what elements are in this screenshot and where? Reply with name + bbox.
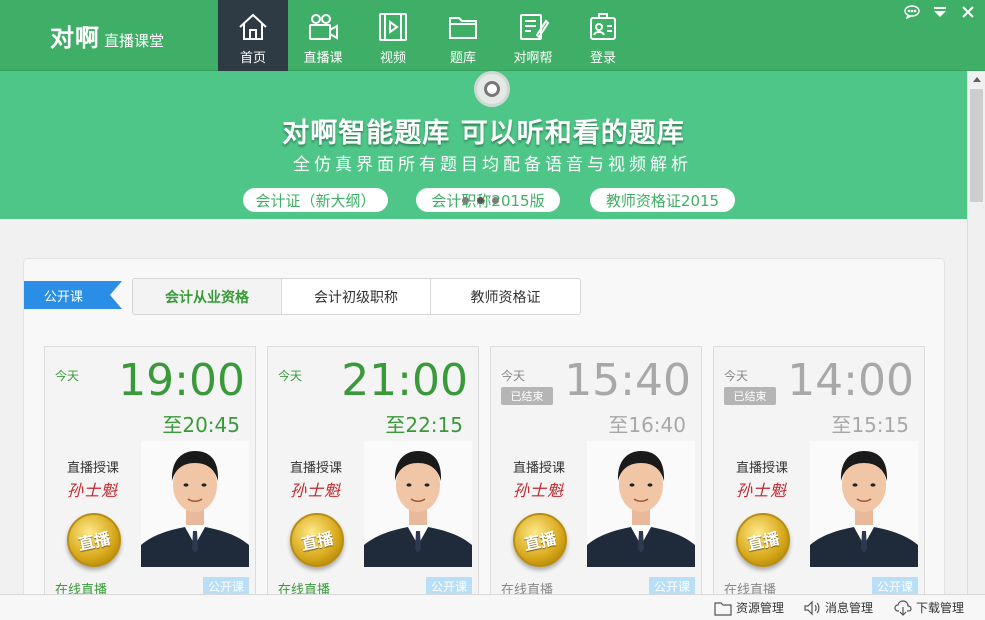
course-start-time: 15:40 [564,355,691,406]
message-manager-label: 消息管理 [825,601,874,615]
carousel-dot[interactable] [492,197,499,204]
teacher-photo [810,441,918,567]
download-manager-button[interactable]: 下载管理 [894,599,964,616]
menu-down-icon[interactable] [931,3,949,21]
course-card[interactable]: 今天 19:00 至20:45 直播授课 孙士魁 直播 在线直播 公开课 [44,346,256,596]
speaker-icon [804,600,820,615]
teacher-name: 孙士魁 [67,481,119,500]
carousel-dots [462,197,499,204]
nav-item-help[interactable]: 对啊帮 [498,0,568,71]
course-type-badge: 公开课 [871,577,918,595]
banner-subtitle: 全仿真界面所有题目均配备语音与视频解析 [293,155,692,175]
nav-label: 首页 [239,51,266,66]
live-medal-icon: 直播 [513,513,567,567]
live-medal-icon: 直播 [67,513,121,567]
chat-icon[interactable] [903,3,921,21]
nav-item-home[interactable]: 首页 [218,0,288,71]
nav-label: 视频 [379,51,406,66]
home-icon [239,13,267,40]
teacher-photo [587,441,695,567]
live-medal-icon: 直播 [290,513,344,567]
app-logo: 对啊 直播课堂 [50,18,164,53]
course-end-time: 至16:40 [608,413,686,437]
edit-note-icon [520,14,549,40]
live-medal-icon: 直播 [736,513,790,567]
scroll-up-arrow-icon[interactable] [968,71,985,88]
download-manager-label: 下载管理 [916,601,965,615]
course-end-time: 至15:15 [831,413,909,437]
carousel-dot[interactable] [477,197,484,204]
status-bar: 资源管理 消息管理 下载管理 [0,594,985,620]
teacher-name: 孙士魁 [513,481,565,500]
nav-item-question-bank[interactable]: 题库 [428,0,498,71]
medal-text: 直播 [522,528,558,555]
cloud-download-icon [894,599,912,616]
teacher-photo [141,441,249,567]
course-day: 今天 [55,369,80,383]
nav-item-login[interactable]: 登录 [568,0,638,71]
course-end-time: 至20:45 [162,413,240,437]
ended-badge: 已结束 [724,387,776,405]
medal-text: 直播 [745,528,781,555]
lecture-label: 直播授课 [513,461,566,476]
category-tabs: 会计从业资格 会计初级职称 教师资格证 [132,278,581,315]
tab-teacher-certificate[interactable]: 教师资格证 [431,279,580,314]
course-day: 今天 [278,369,303,383]
lecture-label: 直播授课 [67,461,120,476]
teacher-name: 孙士魁 [290,481,342,500]
tab-accounting-qualification[interactable]: 会计从业资格 [133,279,282,314]
nav-label: 直播课 [303,51,343,66]
vertical-scrollbar[interactable] [967,71,985,594]
message-manager-button[interactable]: 消息管理 [803,599,873,616]
folder-icon [714,601,732,616]
resource-manager-label: 资源管理 [736,601,785,615]
folder-icon [449,17,477,39]
section-ribbon: 公开课 [24,281,122,309]
teacher-photo [364,441,472,567]
nav-label: 登录 [589,51,616,66]
nav-item-video[interactable]: 视频 [358,0,428,71]
close-icon[interactable] [959,3,977,21]
course-card[interactable]: 今天 已结束 14:00 至15:15 直播授课 孙士魁 直播 在线直播 公开课 [713,346,925,596]
course-end-time: 至22:15 [385,413,463,437]
teacher-name: 孙士魁 [736,481,788,500]
course-day: 今天 [501,369,526,383]
medal-text: 直播 [299,528,335,555]
nav-label: 题库 [449,51,476,66]
scroll-thumb[interactable] [970,89,983,202]
course-card[interactable]: 今天 已结束 15:40 至16:40 直播授课 孙士魁 直播 在线直播 公开课 [490,346,702,596]
course-type-badge: 公开课 [202,577,249,595]
course-start-time: 14:00 [787,355,914,406]
nav-item-live[interactable]: 直播课 [288,0,358,71]
lecture-label: 直播授课 [290,461,343,476]
carousel-dot[interactable] [462,197,469,204]
nav-label: 对啊帮 [513,51,553,66]
logo-sub-text: 直播课堂 [104,32,165,50]
disc-icon [474,71,510,107]
ended-badge: 已结束 [501,387,553,405]
banner-title: 对啊智能题库 可以听和看的题库 [282,118,685,149]
course-start-time: 19:00 [118,355,245,406]
tab-junior-accounting-title[interactable]: 会计初级职称 [282,279,431,314]
id-card-icon [590,13,616,40]
video-camera-icon [309,14,338,40]
course-card[interactable]: 今天 21:00 至22:15 直播授课 孙士魁 直播 在线直播 公开课 [267,346,479,596]
course-type-badge: 公开课 [648,577,695,595]
film-icon [379,13,407,41]
main-nav: 首页 直播课 视频 题库 对啊帮 登录 [218,0,638,71]
course-day: 今天 [724,369,749,383]
promo-banner[interactable]: 对啊智能题库 可以听和看的题库 全仿真界面所有题目均配备语音与视频解析 会计证（… [0,71,967,219]
banner-pill-teacher[interactable]: 教师资格证2015 [590,188,735,212]
medal-text: 直播 [76,528,112,555]
resource-manager-button[interactable]: 资源管理 [714,599,784,616]
top-bar: 对啊 直播课堂 首页 直播课 视频 题库 对啊帮 登录 [0,0,985,71]
lecture-label: 直播授课 [736,461,789,476]
window-controls [903,3,977,21]
logo-main-text: 对啊 [50,24,100,52]
banner-pill-accounting[interactable]: 会计证（新大纲） [243,188,388,212]
course-type-badge: 公开课 [425,577,472,595]
course-start-time: 21:00 [341,355,468,406]
